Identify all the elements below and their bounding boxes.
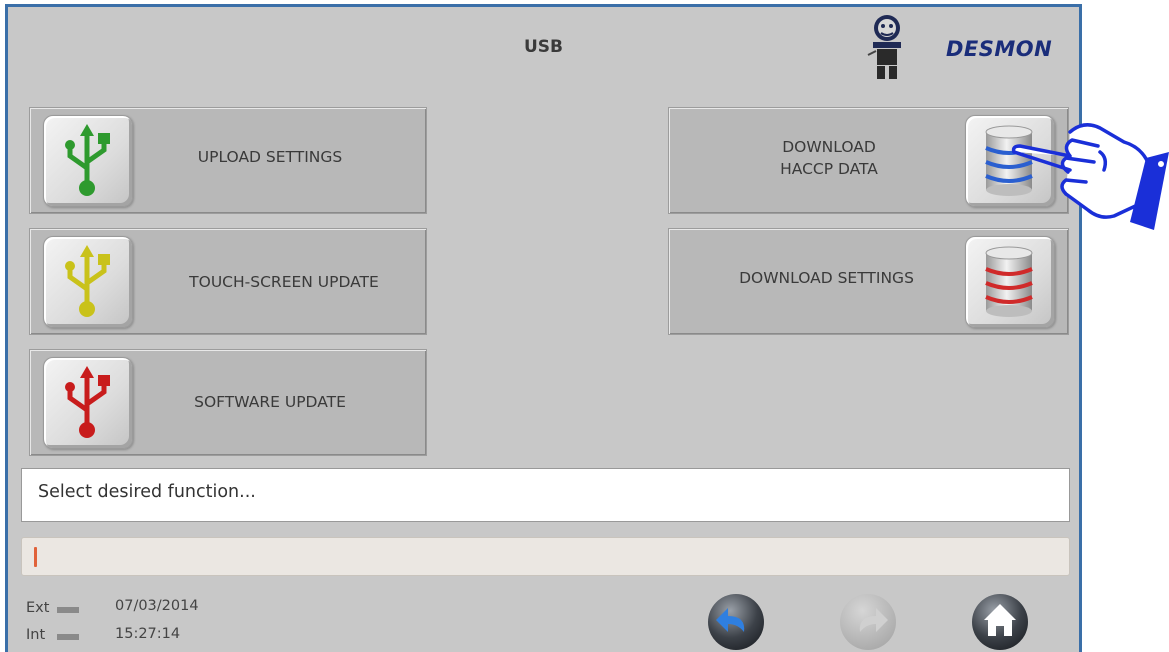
usb-screen: USB DESMON UPLOAD SETTINGS TOUCH-SCREEN … [5,4,1082,652]
usb-red-icon [65,366,110,438]
software-update-label: SOFTWARE UPDATE [194,393,346,411]
touch-screen-update-button[interactable]: TOUCH-SCREEN UPDATE [29,228,427,335]
software-update-button[interactable]: SOFTWARE UPDATE [29,349,427,456]
chef-logo-icon [867,15,901,79]
touch-screen-update-label: TOUCH-SCREEN UPDATE [189,273,379,291]
home-button[interactable] [970,592,1030,652]
page-title: USB [523,37,563,57]
database-red-icon-box [965,236,1055,328]
int-label: Int [26,627,46,643]
date-display: 07/03/2014 [115,598,199,614]
forward-button [840,594,896,650]
status-message: Select desired function... [21,468,1070,522]
usb-yellow-icon [65,245,110,317]
ext-label: Ext [26,600,50,616]
database-red-icon [985,246,1033,317]
progress-bar [21,537,1070,576]
time-display: 15:27:14 [115,626,181,642]
int-indicator [57,634,79,640]
usb-red-icon-box [43,357,133,449]
download-haccp-label: DOWNLOAD HACCP DATA [719,136,939,180]
upload-settings-label: UPLOAD SETTINGS [197,148,343,166]
usb-green-icon-box [43,115,133,207]
download-settings-label: DOWNLOAD SETTINGS [739,269,914,287]
download-settings-button[interactable]: DOWNLOAD SETTINGS [668,228,1069,335]
brand-logo-text: DESMON [946,37,1053,61]
download-haccp-label-line1: DOWNLOAD [782,138,876,156]
usb-green-icon [65,124,110,196]
download-haccp-label-line2: HACCP DATA [780,160,878,178]
progress-bar-fill [34,547,37,567]
ext-indicator [57,607,79,613]
usb-yellow-icon-box [43,236,133,328]
back-button[interactable] [706,592,766,652]
upload-settings-button[interactable]: UPLOAD SETTINGS [29,107,427,214]
pointing-hand-icon [1011,123,1169,230]
